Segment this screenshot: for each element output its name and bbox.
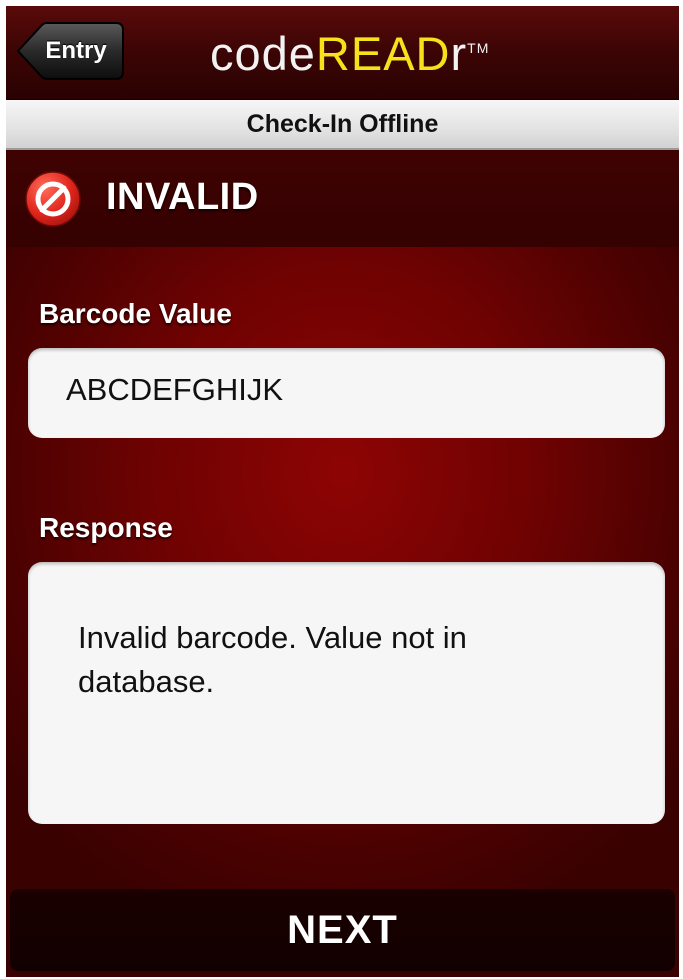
- app-logo: codeREADrTM: [210, 27, 490, 80]
- status-banner: INVALID: [6, 150, 679, 247]
- back-button-label: Entry: [45, 37, 107, 64]
- prohibited-icon: [25, 171, 81, 227]
- response-label: Response: [39, 512, 173, 543]
- back-button[interactable]: Entry: [16, 22, 124, 80]
- next-button[interactable]: NEXT: [10, 889, 675, 971]
- top-nav-bar: Entry codeREADrTM: [6, 6, 679, 100]
- status-text: INVALID: [106, 176, 259, 218]
- barcode-value-field[interactable]: ABCDEFGHIJK: [28, 348, 665, 438]
- page-title: Check-In Offline: [6, 100, 679, 150]
- app-screen: Entry codeREADrTM Check-In Offline INVAL…: [6, 6, 679, 977]
- barcode-value-label: Barcode Value: [39, 298, 232, 329]
- response-field[interactable]: Invalid barcode. Value not in database.: [28, 562, 665, 824]
